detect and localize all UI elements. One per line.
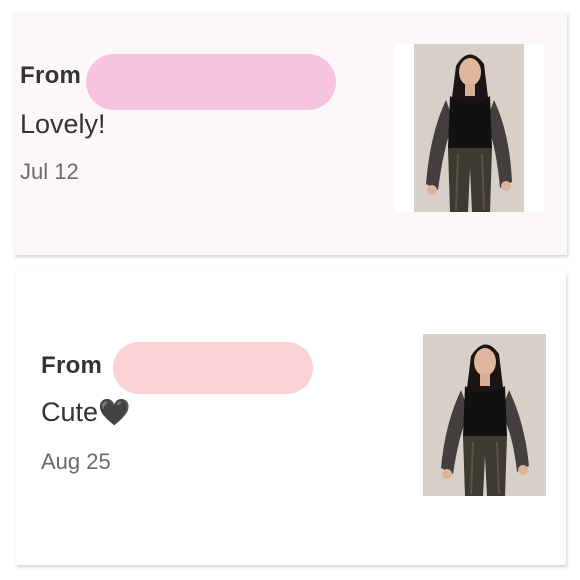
redacted-sender-name bbox=[86, 54, 336, 110]
message-date: Aug 25 bbox=[41, 449, 111, 474]
from-label: From bbox=[20, 62, 82, 89]
message-text: Lovely! bbox=[20, 109, 106, 139]
from-label: From bbox=[41, 352, 103, 379]
message-card[interactable]: From Cute🖤 Aug 25 bbox=[16, 272, 566, 565]
product-thumbnail[interactable] bbox=[423, 334, 546, 496]
message-card[interactable]: From Lovely! Jul 12 bbox=[14, 12, 567, 255]
product-thumbnail[interactable] bbox=[394, 44, 544, 212]
redacted-sender-name bbox=[113, 342, 313, 394]
model-photo-image bbox=[414, 44, 524, 212]
model-photo-image bbox=[423, 334, 546, 496]
message-text: Cute🖤 bbox=[41, 397, 130, 428]
message-date: Jul 12 bbox=[20, 159, 79, 184]
black-heart-emoji: 🖤 bbox=[98, 397, 131, 427]
message-text-content: Cute bbox=[41, 397, 99, 427]
